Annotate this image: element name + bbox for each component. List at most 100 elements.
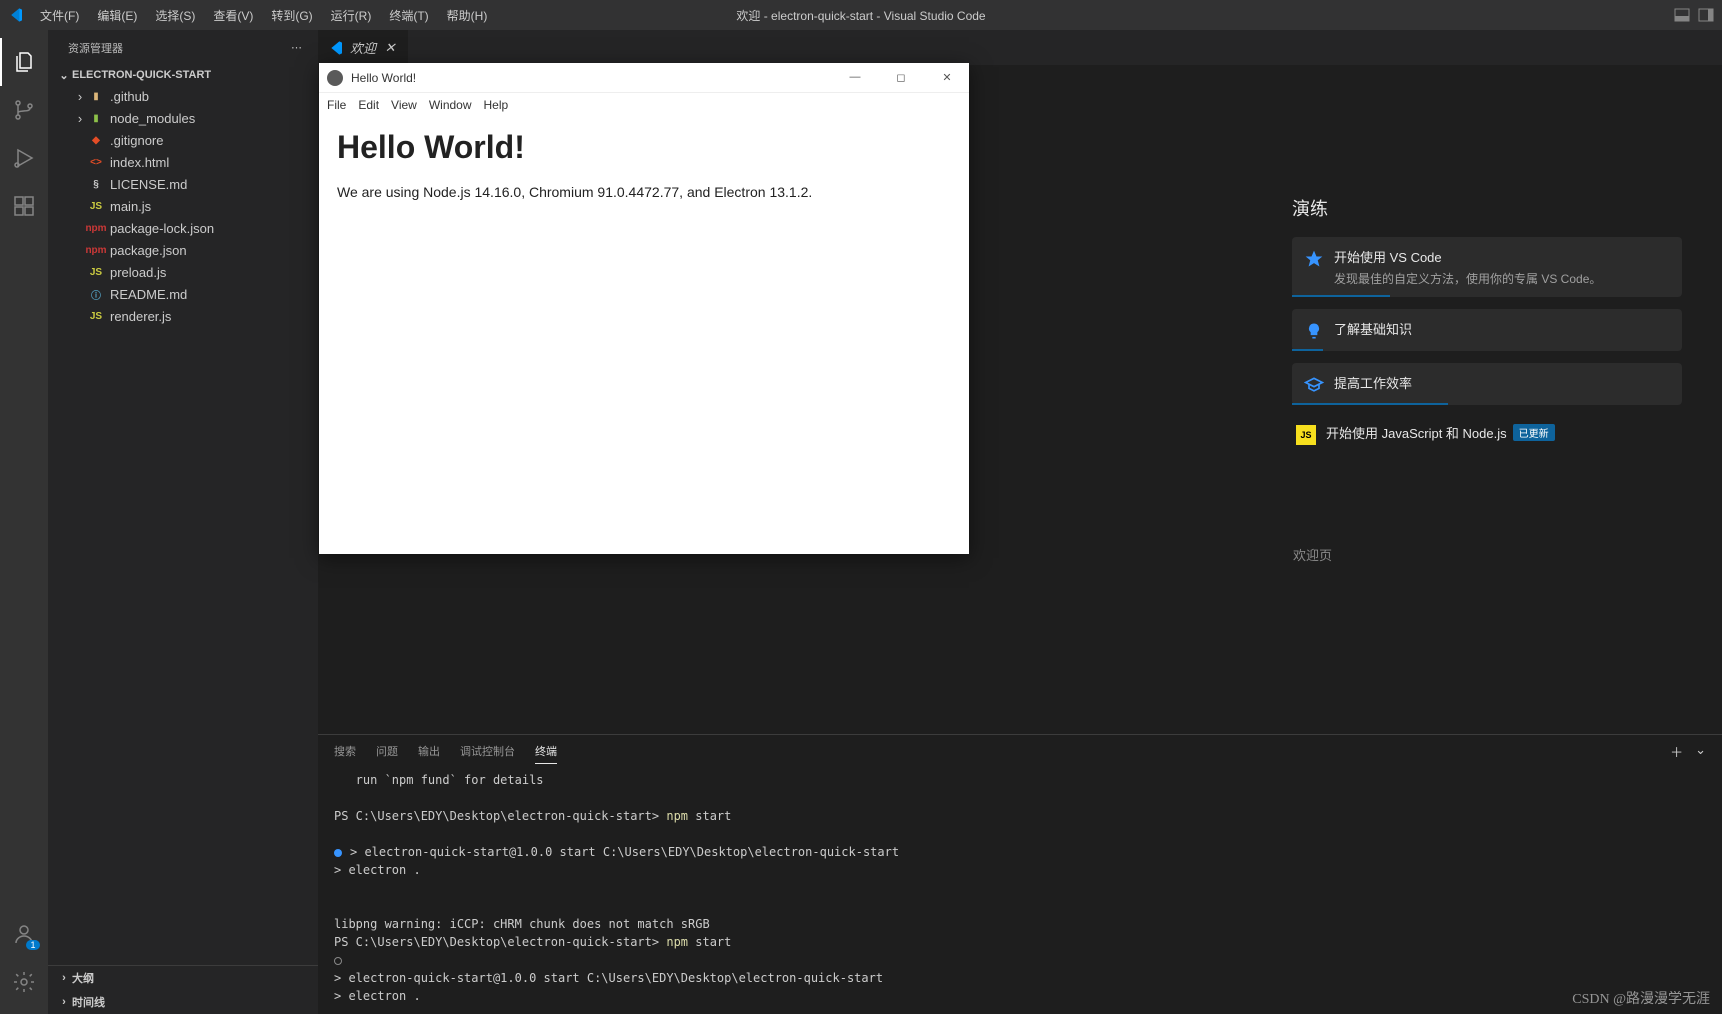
terminal-line: run `npm fund` for details — [334, 771, 1706, 789]
walkthrough-panel: 演练 开始使用 VS Code 发现最佳的自定义方法，使用你的专属 VS Cod… — [1292, 195, 1682, 463]
walkthrough-title: 演练 — [1292, 195, 1682, 221]
minimize-button[interactable]: — — [841, 71, 869, 84]
terminal-line — [334, 879, 1706, 897]
extensions-icon — [12, 194, 36, 218]
file-icon: § — [88, 176, 104, 192]
tree-file[interactable]: ◆ .gitignore — [48, 129, 318, 151]
file-name: README.md — [110, 287, 187, 302]
terminal-output[interactable]: run `npm fund` for details PS C:\Users\E… — [318, 767, 1722, 1014]
chevron-right-icon: › — [56, 994, 72, 1010]
star-icon — [1304, 249, 1324, 269]
sidebar: 资源管理器 ⋯ ⌄ ELECTRON-QUICK-START ›▮.github… — [48, 30, 318, 1014]
tree-folder[interactable]: ›▮.github — [48, 85, 318, 107]
tree-file[interactable]: JSpreload.js — [48, 261, 318, 283]
walk-card-productivity[interactable]: 提高工作效率 — [1292, 363, 1682, 405]
terminal-line: > electron-quick-start@1.0.0 start C:\Us… — [334, 969, 1706, 987]
activity-source-control[interactable] — [0, 86, 48, 134]
gear-icon — [12, 970, 36, 994]
app-titlebar: Hello World! — ◻ ✕ — [319, 63, 969, 93]
app-menu-help[interactable]: Help — [484, 98, 509, 112]
menu-terminal[interactable]: 终端(T) — [381, 3, 436, 28]
file-name: .gitignore — [110, 133, 163, 148]
walk-progress — [1292, 403, 1448, 405]
activity-settings[interactable] — [0, 958, 48, 1006]
tree-file[interactable]: <> index.html — [48, 151, 318, 173]
panel-tabs: 搜索 问题 输出 调试控制台 终端 ＋ ⌄ — [318, 735, 1722, 767]
electron-app-icon — [327, 70, 343, 86]
outline-label: 大纲 — [72, 970, 94, 986]
sidebar-more-icon[interactable]: ⋯ — [291, 41, 302, 54]
tab-welcome[interactable]: 欢迎 ✕ — [318, 30, 409, 65]
terminal-dropdown-icon[interactable]: ⌄ — [1695, 742, 1706, 761]
menu-selection[interactable]: 选择(S) — [147, 3, 203, 28]
file-icon: npm — [88, 220, 104, 236]
walk-title: 开始使用 VS Code — [1334, 247, 1670, 266]
menu-file[interactable]: 文件(F) — [32, 3, 87, 28]
updated-badge: 已更新 — [1513, 424, 1555, 441]
app-menu-view[interactable]: View — [391, 98, 417, 112]
tree-folder[interactable]: ›▮node_modules — [48, 107, 318, 129]
tree-file[interactable]: §LICENSE.md — [48, 173, 318, 195]
walk-card-getstarted[interactable]: 开始使用 VS Code 发现最佳的自定义方法，使用你的专属 VS Code。 — [1292, 237, 1682, 297]
terminal-line: libpng warning: iCCP: cHRM chunk does no… — [334, 915, 1706, 933]
folder-icon: ▮ — [88, 88, 104, 104]
close-icon[interactable]: ✕ — [382, 40, 398, 56]
panel-tab-debug[interactable]: 调试控制台 — [460, 739, 515, 763]
branch-icon — [12, 98, 36, 122]
terminal-line: > electron-quick-start@1.0.0 start C:\Us… — [334, 843, 1706, 861]
toggle-panel-icon[interactable] — [1674, 7, 1690, 23]
close-button[interactable]: ✕ — [933, 71, 961, 84]
project-root[interactable]: ⌄ ELECTRON-QUICK-START — [48, 65, 318, 85]
app-menu-file[interactable]: File — [327, 98, 346, 112]
mortarboard-icon — [1304, 375, 1324, 395]
vscode-logo-icon — [8, 7, 24, 23]
terminal-line — [334, 825, 1706, 843]
terminal-line — [334, 789, 1706, 807]
walk-card-basics[interactable]: 了解基础知识 — [1292, 309, 1682, 351]
file-name: package-lock.json — [110, 221, 214, 236]
terminal-line — [334, 1005, 1706, 1014]
panel-tab-problems[interactable]: 问题 — [376, 739, 398, 763]
new-terminal-icon[interactable]: ＋ — [1670, 742, 1683, 761]
activity-extensions[interactable] — [0, 182, 48, 230]
panel-tab-terminal[interactable]: 终端 — [535, 739, 557, 764]
titlebar: 文件(F) 编辑(E) 选择(S) 查看(V) 转到(G) 运行(R) 终端(T… — [0, 0, 1722, 30]
toggle-sidebar-icon[interactable] — [1698, 7, 1714, 23]
walk-card-js[interactable]: JS 开始使用 JavaScript 和 Node.js 已更新 — [1292, 417, 1682, 451]
app-heading: Hello World! — [337, 129, 951, 166]
walk-title: 开始使用 JavaScript 和 Node.js — [1326, 423, 1507, 442]
menu-edit[interactable]: 编辑(E) — [89, 3, 145, 28]
terminal-line — [334, 951, 1706, 969]
menu-run[interactable]: 运行(R) — [323, 3, 380, 28]
activity-explorer[interactable] — [0, 38, 48, 86]
file-icon: <> — [88, 154, 104, 170]
app-menu-window[interactable]: Window — [429, 98, 472, 112]
file-icon: ◆ — [88, 132, 104, 148]
file-name: node_modules — [110, 111, 195, 126]
lightbulb-icon — [1304, 321, 1324, 341]
app-menu-edit[interactable]: Edit — [358, 98, 379, 112]
terminal-line — [334, 897, 1706, 915]
app-paragraph: We are using Node.js 14.16.0, Chromium 9… — [337, 184, 951, 200]
outline-section[interactable]: › 大纲 — [48, 966, 318, 990]
walk-progress — [1292, 295, 1390, 297]
tree-file[interactable]: npm package-lock.json — [48, 217, 318, 239]
activity-accounts[interactable]: 1 — [0, 910, 48, 958]
tree-file[interactable]: JSmain.js — [48, 195, 318, 217]
file-name: index.html — [110, 155, 169, 170]
panel-tab-output[interactable]: 输出 — [418, 739, 440, 763]
play-icon — [12, 146, 36, 170]
maximize-button[interactable]: ◻ — [887, 71, 915, 84]
timeline-section[interactable]: › 时间线 — [48, 990, 318, 1014]
tree-file[interactable]: npmpackage.json — [48, 239, 318, 261]
app-window-title: Hello World! — [351, 71, 416, 85]
menu-view[interactable]: 查看(V) — [205, 3, 261, 28]
file-name: main.js — [110, 199, 151, 214]
tree-file[interactable]: ⓘREADME.md — [48, 283, 318, 305]
tree-file[interactable]: JSrenderer.js — [48, 305, 318, 327]
panel-tab-search[interactable]: 搜索 — [334, 739, 356, 763]
file-name: package.json — [110, 243, 187, 258]
menu-go[interactable]: 转到(G) — [263, 3, 320, 28]
menu-help[interactable]: 帮助(H) — [439, 3, 496, 28]
activity-run-debug[interactable] — [0, 134, 48, 182]
